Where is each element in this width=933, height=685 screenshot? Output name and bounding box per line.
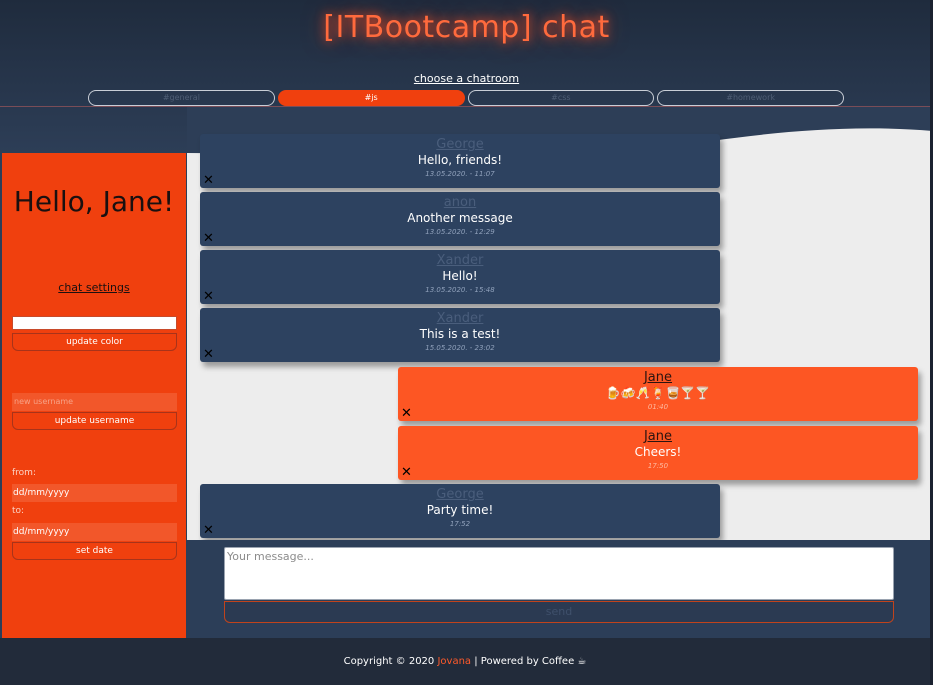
footer: Copyright © 2020 Jovana | Powered by Cof… [0,638,930,685]
message-item-own: Jane 🍺🍻🥂🍹🥃🍸🍸 01:40 ✕ [398,367,918,421]
message-text: Another message [407,211,513,225]
footer-powered-by: | Powered by Coffee ☕ [471,656,587,667]
footer-author-link[interactable]: Jovana [437,656,471,667]
message-time: 17:52 [449,520,471,528]
message-text: This is a test! [419,327,501,341]
delete-icon[interactable]: ✕ [203,174,214,187]
message-time: 13.05.2020. - 12:29 [425,228,495,236]
message-text: Party time! [426,503,494,517]
message-input[interactable]: Your message... [224,547,894,600]
message-composer: Your message... send [187,540,930,638]
message-text: Hello! [442,269,478,283]
message-time: 15.05.2020. - 23:02 [425,344,495,352]
sidebar: Hello, Jane! chat settings update color … [2,153,186,638]
chatroom-tabs: #general #js #css #homework [88,90,844,106]
chat-settings-link[interactable]: chat settings [2,281,186,294]
message-time: 01:40 [647,403,669,411]
date-to-input[interactable]: dd/mm/yyyy [12,523,177,541]
message-time: 17:50 [647,462,669,470]
username-input[interactable]: new username [12,393,177,411]
update-color-button[interactable]: update color [12,333,177,351]
delete-icon[interactable]: ✕ [401,466,412,479]
message-time: 13.05.2020. - 11:07 [425,170,495,178]
message-author[interactable]: Xander [200,253,720,268]
message-item: George Party time! 17:52 ✕ [200,484,720,538]
to-label: to: [12,506,25,516]
tab-general[interactable]: #general [88,90,275,106]
message-author[interactable]: Jane [398,370,918,385]
update-username-button[interactable]: update username [12,412,177,430]
color-input[interactable] [12,316,177,330]
set-date-button[interactable]: set date [12,542,177,560]
message-author[interactable]: anon [200,195,720,210]
app-title: [ITBootcamp] chat [323,10,610,45]
delete-icon[interactable]: ✕ [203,348,214,361]
date-from-input[interactable]: dd/mm/yyyy [12,484,177,502]
message-item: George Hello, friends! 13.05.2020. - 11:… [200,134,720,188]
message-item-own: Jane Cheers! 17:50 ✕ [398,426,918,480]
message-author[interactable]: Xander [200,311,720,326]
greeting: Hello, Jane! [13,185,175,218]
tab-css[interactable]: #css [467,90,655,106]
footer-copyright: Copyright © 2020 [343,656,438,667]
message-item: Xander This is a test! 15.05.2020. - 23:… [200,308,720,362]
message-item: Xander Hello! 13.05.2020. - 15:48 ✕ [200,250,720,304]
from-label: from: [12,468,36,478]
message-text: Cheers! [634,445,682,459]
message-author[interactable]: George [200,137,720,152]
message-text: 🍺🍻🥂🍹🥃🍸🍸 [605,386,711,400]
message-item: anon Another message 13.05.2020. - 12:29… [200,192,720,246]
chat-messages[interactable]: George Hello, friends! 13.05.2020. - 11:… [187,107,933,540]
message-author[interactable]: George [200,487,720,502]
tab-homework[interactable]: #homework [657,90,844,106]
message-text: Hello, friends! [417,153,503,167]
delete-icon[interactable]: ✕ [401,407,412,420]
message-author[interactable]: Jane [398,429,918,444]
delete-icon[interactable]: ✕ [203,232,214,245]
send-button[interactable]: send [224,601,894,623]
tab-js[interactable]: #js [277,90,465,106]
delete-icon[interactable]: ✕ [203,290,214,303]
message-time: 13.05.2020. - 15:48 [425,286,495,294]
choose-chatroom-label: choose a chatroom [413,72,520,85]
delete-icon[interactable]: ✕ [203,524,214,537]
